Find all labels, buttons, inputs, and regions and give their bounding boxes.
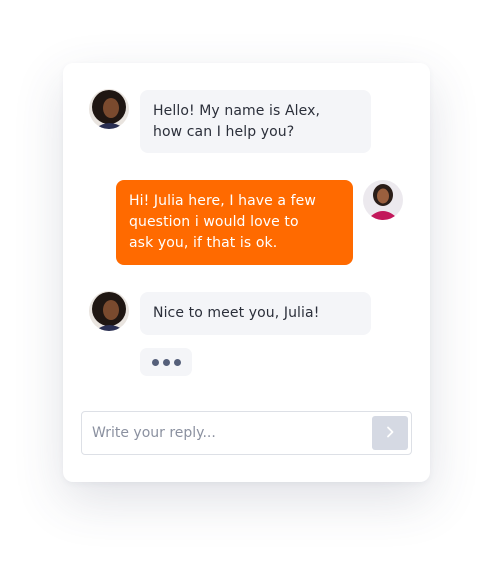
chat-widget: Hello! My name is Alex, how can I help y… — [63, 63, 430, 482]
send-button[interactable] — [372, 416, 408, 450]
typing-indicator — [140, 348, 192, 376]
message-bubble-outgoing: Hi! Julia here, I have a few question i … — [116, 180, 353, 265]
agent-avatar — [89, 291, 129, 331]
chevron-right-icon — [385, 426, 395, 441]
reply-input[interactable] — [92, 412, 362, 454]
message-text: Hello! My name is Alex, — [153, 103, 321, 119]
message-text: how can I help you? — [153, 124, 295, 140]
message-text: Nice to meet you, Julia! — [153, 305, 320, 321]
typing-dot — [162, 358, 170, 366]
agent-avatar — [89, 89, 129, 129]
message-text: ask you, if that is ok. — [129, 235, 278, 251]
typing-dot — [173, 358, 181, 366]
message-bubble: Hello! My name is Alex, how can I help y… — [140, 90, 371, 153]
typing-dot — [151, 358, 159, 366]
reply-bar — [81, 411, 412, 455]
user-avatar — [363, 180, 403, 220]
message-bubble: Nice to meet you, Julia! — [140, 292, 371, 335]
message-text: Hi! Julia here, I have a few — [129, 193, 316, 209]
message-text: question i would love to — [129, 214, 299, 230]
